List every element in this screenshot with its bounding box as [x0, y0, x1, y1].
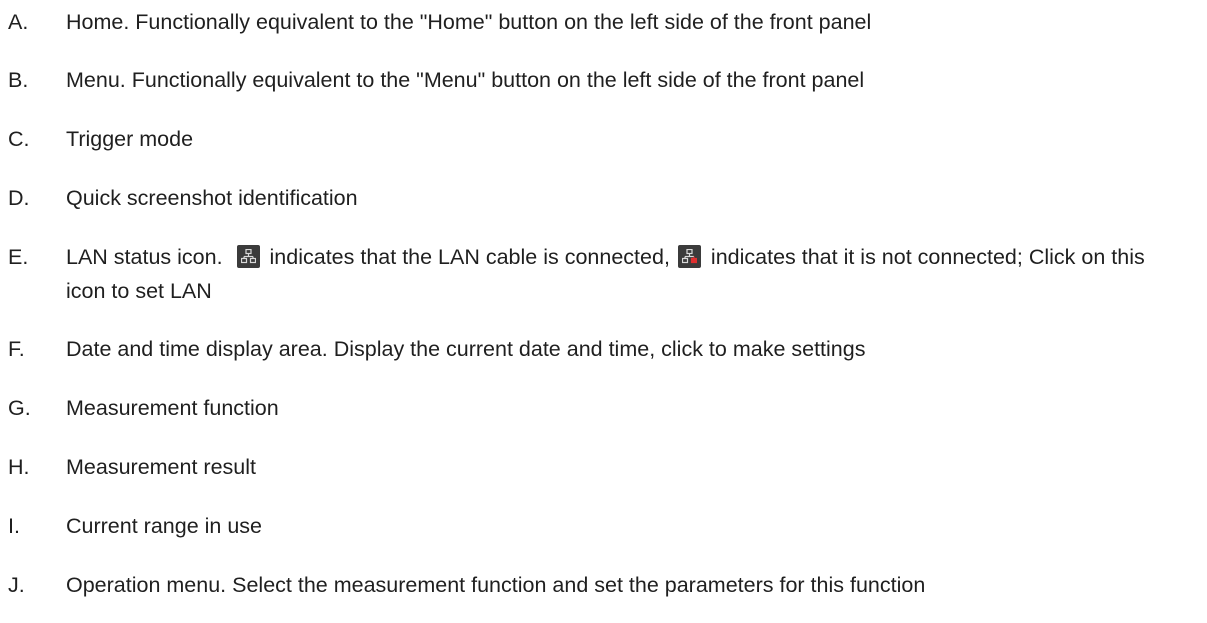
lan-disconnected-icon [677, 245, 701, 268]
item-text: Measurement function [66, 396, 279, 420]
item-text: Home. Functionally equivalent to the "Ho… [66, 10, 872, 34]
item-letter: I. [8, 514, 20, 538]
item-letter: H. [8, 455, 30, 479]
lan-connected-icon [236, 245, 260, 268]
item-letter: E. [8, 245, 29, 269]
item-text: Date and time display area. Display the … [66, 337, 866, 361]
item-text: Quick screenshot identification [66, 186, 358, 210]
item-text: Operation menu. Select the measurement f… [66, 573, 926, 597]
item-text-before: LAN status icon. [66, 245, 223, 269]
item-text: Trigger mode [66, 127, 194, 151]
item-text-middle: indicates that the LAN cable is connecte… [269, 245, 670, 269]
item-text: Current range in use [66, 514, 262, 538]
item-letter: F. [8, 337, 25, 361]
item-text: LAN status icon. indicates that the LAN … [66, 240, 1186, 308]
item-letter: A. [8, 10, 29, 34]
item-letter: J. [8, 573, 25, 597]
item-text: Measurement result [66, 455, 256, 479]
item-text: Menu. Functionally equivalent to the "Me… [66, 68, 865, 92]
item-letter: B. [8, 68, 29, 92]
item-letter: D. [8, 186, 30, 210]
item-letter: C. [8, 127, 30, 151]
item-letter: G. [8, 396, 31, 420]
